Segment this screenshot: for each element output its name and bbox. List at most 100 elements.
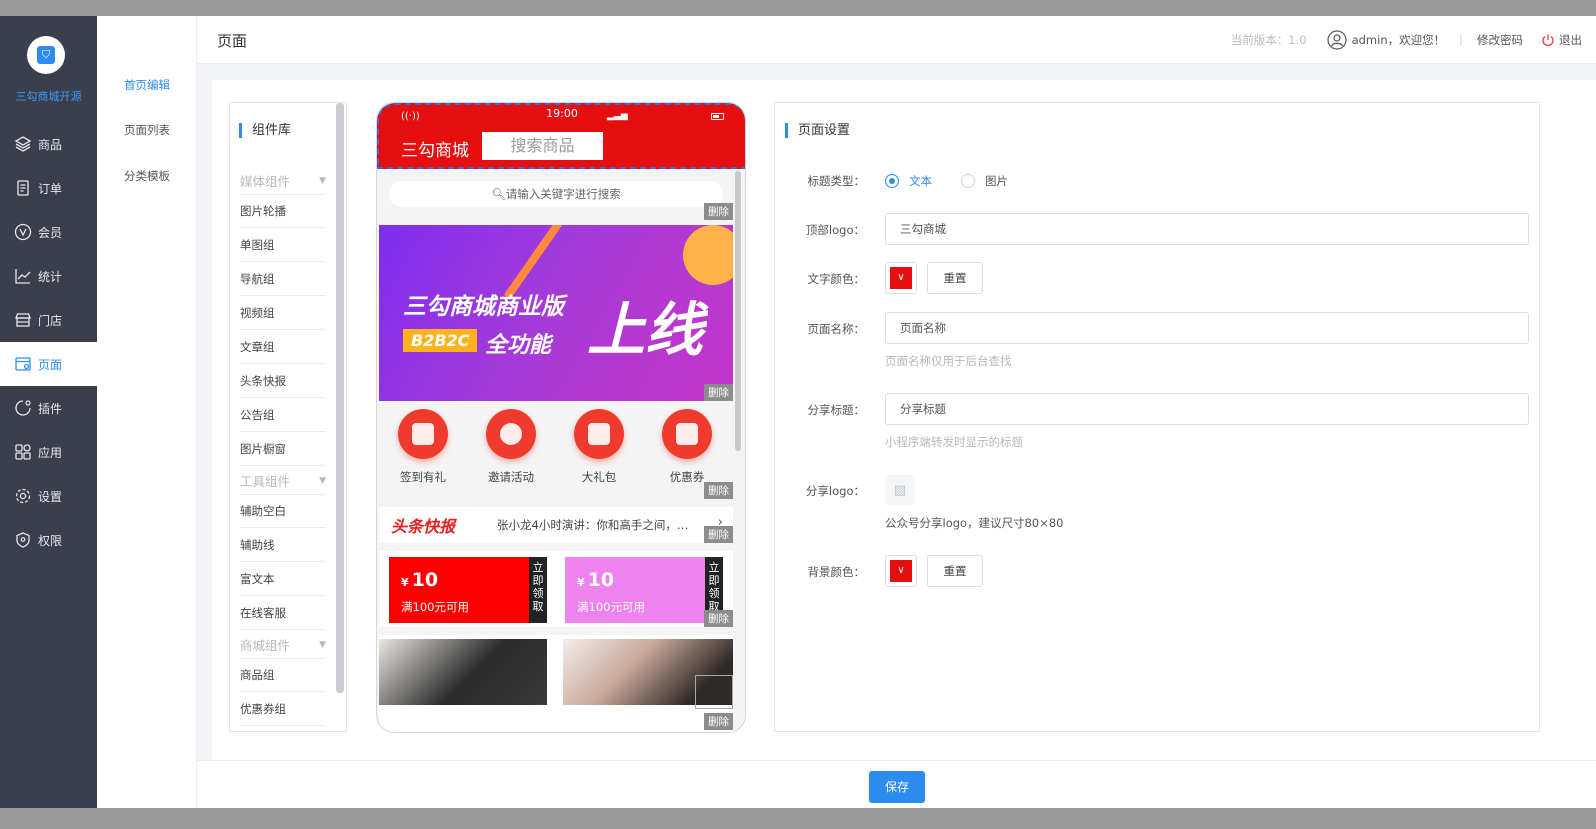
library-scrollbar[interactable] (336, 103, 344, 693)
headline-news-component[interactable]: 头条快报 张小龙4小时演讲：你和高手之间，隔着... › 删除 (379, 507, 733, 543)
sidebar-item-permissions[interactable]: 权限 (0, 518, 97, 562)
nav-icon-item: 大礼包 (559, 409, 639, 485)
search-bar-preview: 🔍︎请输入关键字进行搜索 (389, 181, 723, 207)
logout-button[interactable]: 退出 (1541, 32, 1582, 48)
group-mall[interactable]: 商城组件 ▼ (240, 635, 326, 659)
chart-icon (12, 265, 34, 287)
sidebar-item-orders[interactable]: 订单 (0, 166, 97, 210)
page-name-label: 页面名称： (807, 322, 866, 336)
chevron-down-icon: ∨ (890, 267, 912, 289)
nav-icons-component[interactable]: 签到有礼 邀请活动 大礼包 优惠券 删除 (379, 409, 733, 499)
share-title-hint: 小程序端转发时显示的标题 (885, 435, 1023, 449)
phone-preview: ((·)) 19:00 ▂▃▅ 三勾商城 搜索商品 🔍︎请输入关键字进行搜索 删… (376, 102, 746, 733)
bg-color-picker[interactable]: ∨ (885, 555, 917, 587)
delete-button[interactable]: 删除 (704, 610, 733, 627)
library-item[interactable]: 公告组 (240, 407, 326, 432)
sidebar-item-label: 订单 (38, 181, 63, 196)
component-library: 组件库 媒体组件 ▼ 图片轮播 单图组 导航组 视频组 文章组 头条快报 公告组 … (229, 102, 347, 732)
gift-icon (574, 409, 624, 459)
library-item[interactable]: 单图组 (240, 237, 326, 262)
save-button[interactable]: 保存 (869, 771, 925, 803)
headline-text: 张小龙4小时演讲：你和高手之间，隔着... (497, 518, 697, 532)
user-menu[interactable]: admin，欢迎您！ (1326, 30, 1446, 50)
bg-color-reset-button[interactable]: 重置 (927, 555, 983, 587)
delete-button[interactable]: 删除 (704, 384, 733, 401)
banner-component[interactable]: 三勾商城商业版 B2B2C 全功能 上线 删除 (379, 225, 733, 401)
library-item[interactable]: 导航组 (240, 271, 326, 296)
user-icon (1326, 30, 1347, 50)
sidebar-item-label: 门店 (38, 313, 63, 328)
user-greeting: admin，欢迎您！ (1351, 33, 1446, 47)
share-logo-label: 分享logo： (805, 484, 865, 498)
phone-header[interactable]: ((·)) 19:00 ▂▃▅ 三勾商城 搜索商品 (377, 103, 745, 169)
sidebar-item-label: 应用 (38, 445, 63, 460)
share-title-input[interactable]: 分享标题 (885, 393, 1529, 425)
phone-scrollbar[interactable] (735, 171, 741, 451)
subnav-item-category-template[interactable]: 分类模板 (97, 168, 197, 184)
title-type-text-radio[interactable]: 文本 (885, 173, 932, 189)
page-name-input[interactable]: 页面名称 (885, 312, 1529, 344)
library-item[interactable]: 视频组 (240, 305, 326, 330)
editor-workarea: 组件库 媒体组件 ▼ 图片轮播 单图组 导航组 视频组 文章组 头条快报 公告组 … (212, 80, 1596, 760)
subnav-item-page-list[interactable]: 页面列表 (97, 122, 197, 138)
library-title: 组件库 (239, 123, 291, 138)
library-item[interactable]: 商品组 (240, 667, 326, 692)
sidebar-item-settings[interactable]: 设置 (0, 474, 97, 518)
group-media[interactable]: 媒体组件 ▼ (240, 171, 326, 195)
banner-line2: 全功能 (485, 333, 552, 358)
phone-brand-title: 三勾商城 (401, 141, 469, 161)
image-placeholder-icon[interactable]: ▨ (885, 475, 915, 505)
library-item[interactable]: 文章组 (240, 339, 326, 364)
delete-button[interactable]: 删除 (704, 713, 733, 730)
sidebar-item-apps[interactable]: 应用 (0, 430, 97, 474)
coupon-card: ¥10 满100元可用 立即领取 (565, 557, 723, 623)
library-item[interactable]: 图片橱窗 (240, 441, 326, 466)
banner-decoration (683, 225, 733, 285)
group-tools[interactable]: 工具组件 ▼ (240, 471, 326, 495)
title-type-label: 标题类型： (807, 174, 866, 188)
banner-line1: 三勾商城商业版 (403, 294, 564, 320)
library-item[interactable]: 在线客服 (240, 605, 326, 630)
change-password-link[interactable]: 修改密码 (1477, 32, 1523, 48)
delete-button[interactable]: 删除 (704, 526, 733, 543)
chevron-down-icon: ∨ (890, 560, 912, 582)
share-title-label: 分享标题： (807, 403, 866, 417)
sidebar-item-pages[interactable]: 页面 (0, 342, 97, 386)
sidebar-item-plugins[interactable]: 插件 (0, 386, 97, 430)
status-time: 19:00 (546, 107, 578, 120)
library-item[interactable]: 头条快报 (240, 373, 326, 398)
library-item[interactable]: 富文本 (240, 571, 326, 596)
library-item[interactable]: 优惠券组 (240, 701, 326, 726)
sub-sidebar: 首页编辑 页面列表 分类模板 (97, 16, 197, 808)
text-color-reset-button[interactable]: 重置 (927, 262, 983, 294)
top-logo-input[interactable]: 三勾商城 (885, 213, 1529, 245)
version-text: 当前版本：1.0 (1230, 33, 1307, 47)
sidebar-item-label: 会员 (38, 225, 63, 240)
sidebar-item-goods[interactable]: 商品 (0, 122, 97, 166)
library-item[interactable]: 辅助线 (240, 537, 326, 562)
group-label: 商城组件 (240, 638, 291, 653)
battery-icon (711, 113, 724, 120)
shield-icon (12, 529, 34, 551)
plugin-icon (12, 397, 34, 419)
delete-button[interactable]: 删除 (704, 203, 733, 220)
product-component[interactable]: 删除 (379, 635, 733, 732)
sidebar-item-stores[interactable]: 门店 (0, 298, 97, 342)
text-color-picker[interactable]: ∨ (885, 262, 917, 294)
search-component[interactable]: 🔍︎请输入关键字进行搜索 删除 (379, 169, 733, 220)
library-item[interactable]: 辅助空白 (240, 503, 326, 528)
title-type-image-radio[interactable]: 图片 (961, 173, 1008, 189)
sidebar-item-stats[interactable]: 统计 (0, 254, 97, 298)
library-item[interactable]: 图片轮播 (240, 203, 326, 228)
subnav-item-home-edit[interactable]: 首页编辑 (97, 77, 197, 93)
shopping-bag-icon: ⛉ (37, 46, 55, 64)
caret-down-icon: ▼ (319, 175, 326, 186)
page-icon (12, 353, 34, 375)
gear-icon (12, 485, 34, 507)
coupon-component[interactable]: ¥10 满100元可用 立即领取 ¥10 满100元可用 立即领取 删除 (379, 551, 733, 627)
sidebar-item-members[interactable]: 会员 (0, 210, 97, 254)
order-icon (12, 177, 34, 199)
search-icon: 🔍︎ (491, 187, 506, 201)
sidebar-item-label: 设置 (38, 489, 63, 504)
delete-button[interactable]: 删除 (704, 482, 733, 499)
